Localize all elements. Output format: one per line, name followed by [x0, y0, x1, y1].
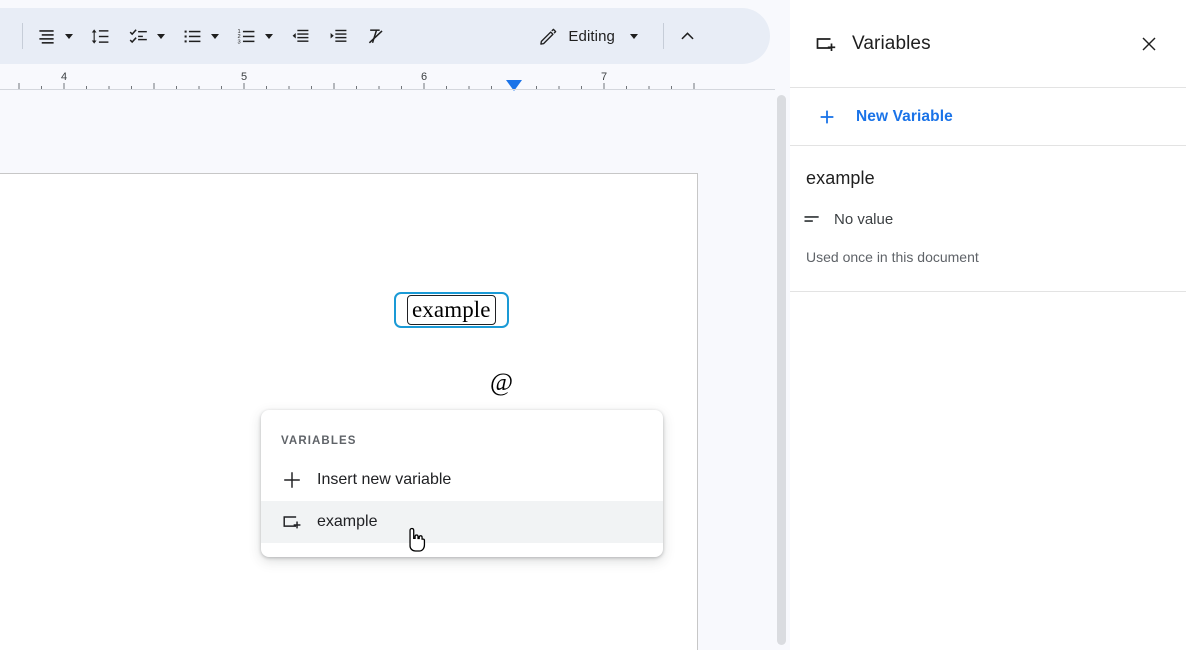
- text-lines-icon: [804, 216, 819, 222]
- menu-item-example-variable[interactable]: example: [261, 501, 663, 543]
- clear-formatting-icon: [368, 28, 383, 43]
- ruler-label: 6: [421, 71, 427, 83]
- app-root: 1 2 3 Editing 4 5 6 7 example @ VARIABLE…: [0, 0, 1186, 650]
- plus-icon: [284, 472, 300, 488]
- editing-mode-dropdown-arrow[interactable]: [621, 18, 647, 54]
- at-mention-menu: VARIABLES Insert new variable example: [261, 410, 663, 557]
- new-variable-label: New Variable: [856, 107, 953, 125]
- numbered-list-button[interactable]: 1 2 3: [231, 19, 261, 53]
- variables-panel-header: Variables: [790, 0, 1186, 88]
- variable-usage-text: Used once in this document: [806, 249, 979, 265]
- align-dropdown-arrow[interactable]: [61, 19, 77, 53]
- variable-value-row[interactable]: No value: [790, 189, 1186, 229]
- chevron-down-icon: [630, 33, 638, 39]
- line-spacing-button[interactable]: [85, 19, 115, 53]
- align-button[interactable]: [31, 19, 61, 53]
- line-spacing-icon: [91, 28, 108, 44]
- decrease-indent-button[interactable]: [285, 19, 315, 53]
- numbered-list-icon: 1 2 3: [237, 28, 254, 45]
- menu-item-label: example: [317, 513, 378, 530]
- chevron-down-icon: [157, 33, 165, 39]
- ruler-label: 7: [601, 71, 607, 83]
- editing-mode-button[interactable]: Editing: [531, 18, 621, 54]
- checklist-icon: [129, 28, 147, 43]
- checklist-button[interactable]: [123, 19, 153, 53]
- plus-icon: [820, 110, 834, 123]
- chevron-down-icon: [265, 33, 273, 39]
- variable-entry: example No value Used once in this docum…: [790, 146, 1186, 292]
- ruler-label: 4: [61, 71, 67, 83]
- numbered-list-dropdown-arrow[interactable]: [261, 19, 277, 53]
- document-variable-chip[interactable]: example: [394, 292, 509, 328]
- menu-item-insert-new-variable[interactable]: Insert new variable: [261, 459, 663, 501]
- collapse-toolbar-button[interactable]: [672, 19, 702, 53]
- variables-panel-title: Variables: [852, 32, 931, 54]
- ruler-ticks: 4 5 6 7: [18, 71, 695, 91]
- decrease-indent-icon: [292, 29, 308, 42]
- toolbar-divider-2: [663, 23, 664, 49]
- document-vertical-scrollbar[interactable]: [777, 95, 786, 645]
- increase-indent-button[interactable]: [323, 19, 353, 53]
- chevron-down-icon: [65, 33, 73, 39]
- checklist-dropdown-arrow[interactable]: [153, 19, 169, 53]
- close-panel-button[interactable]: [1132, 27, 1166, 61]
- variables-side-panel: Variables New Variable example No value …: [790, 0, 1186, 650]
- formatting-toolbar: 1 2 3 Editing: [0, 8, 770, 64]
- document-variable-chip-label: example: [407, 295, 496, 325]
- chevron-up-icon: [680, 31, 694, 39]
- new-variable-button[interactable]: New Variable: [790, 88, 1186, 146]
- variable-icon: [816, 37, 836, 51]
- clear-formatting-button[interactable]: [361, 19, 391, 53]
- horizontal-ruler[interactable]: 4 5 6 7: [0, 64, 790, 91]
- variable-name: example: [806, 168, 875, 188]
- at-menu-section-header: VARIABLES: [281, 435, 357, 447]
- at-symbol-text: @: [490, 369, 514, 396]
- editing-mode-label: Editing: [568, 27, 615, 45]
- toolbar-divider: [22, 23, 23, 49]
- align-icon: [38, 29, 54, 44]
- chevron-down-icon: [211, 33, 219, 39]
- bulleted-list-button[interactable]: [177, 19, 207, 53]
- menu-item-label: Insert new variable: [317, 471, 452, 488]
- close-icon: [1142, 36, 1156, 51]
- increase-indent-icon: [330, 29, 346, 42]
- menu-bottom-padding: [261, 543, 663, 557]
- pencil-icon: [540, 28, 557, 45]
- bulleted-list-dropdown-arrow[interactable]: [207, 19, 223, 53]
- ruler-label: 5: [241, 71, 247, 83]
- ruler-baseline: [0, 89, 775, 90]
- document-area: 1 2 3 Editing 4 5 6 7 example @ VARIABLE…: [0, 0, 790, 650]
- variable-icon: [283, 516, 301, 529]
- variable-value-text: No value: [834, 210, 894, 228]
- svg-text:3: 3: [237, 39, 240, 45]
- bulleted-list-icon: [184, 30, 200, 42]
